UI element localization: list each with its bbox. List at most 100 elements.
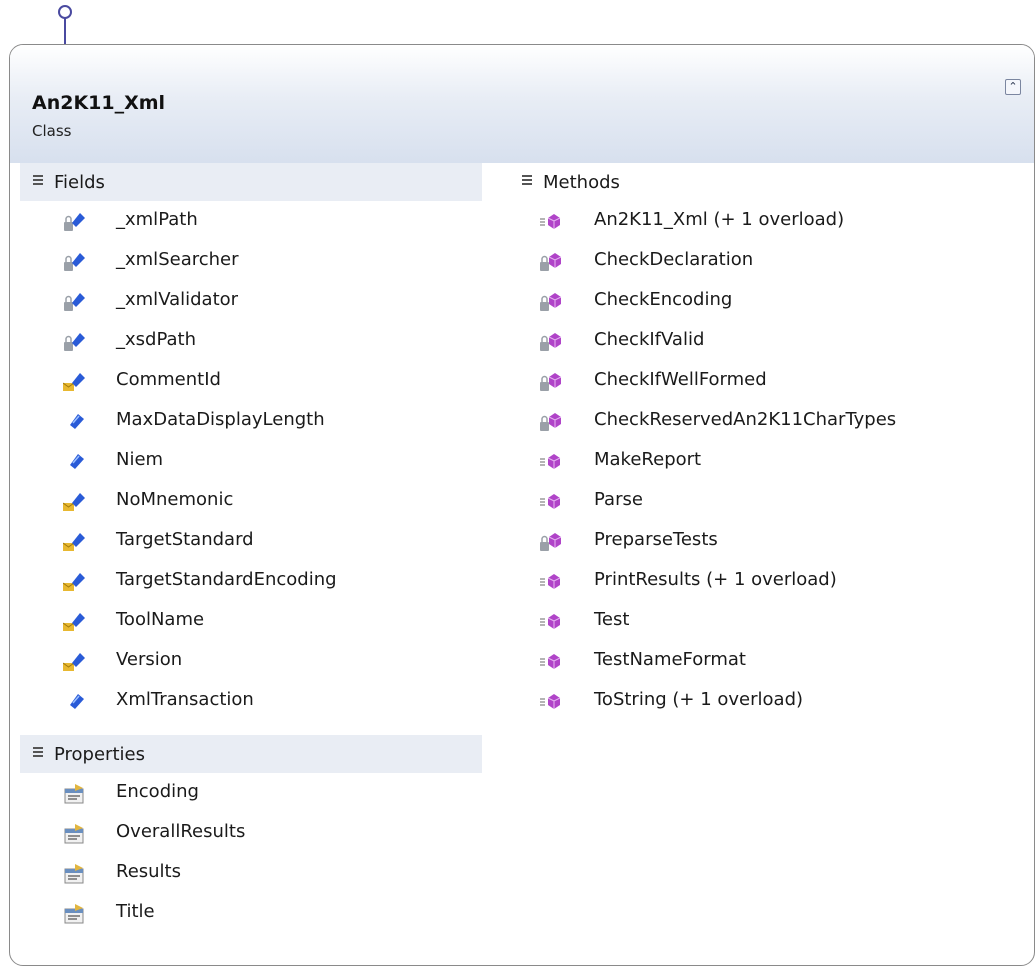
property-icon bbox=[63, 823, 87, 845]
member-label: XmlTransaction bbox=[116, 689, 254, 710]
class-header: An2K11_Xml Class ⌃ bbox=[10, 45, 1034, 163]
internal-field-icon bbox=[62, 491, 87, 513]
public-method-icon bbox=[539, 491, 563, 513]
member-row[interactable]: _xsdPath bbox=[20, 321, 482, 361]
member-row[interactable]: _xmlSearcher bbox=[20, 241, 482, 281]
member-label: ToolName bbox=[116, 609, 205, 630]
member-label: MakeReport bbox=[594, 449, 702, 470]
fields-list: _xmlPath _xmlSearcher _xmlValidator _xsdPat… bbox=[20, 201, 482, 721]
member-label: Test bbox=[594, 609, 630, 630]
member-row[interactable]: XmlTransaction bbox=[20, 681, 482, 721]
member-row[interactable]: ToString (+ 1 overload) bbox=[509, 681, 1034, 721]
public-method-icon bbox=[539, 451, 563, 473]
property-icon bbox=[63, 903, 87, 925]
properties-compartment-title: Properties bbox=[54, 744, 145, 765]
property-icon bbox=[63, 783, 87, 805]
member-label: CheckDeclaration bbox=[594, 249, 754, 270]
private-field-icon bbox=[63, 331, 87, 353]
collapse-chevron-up-icon[interactable]: ⌃ bbox=[1005, 79, 1021, 95]
internal-field-icon bbox=[62, 371, 87, 393]
member-row[interactable]: An2K11_Xml (+ 1 overload) bbox=[509, 201, 1034, 241]
public-field-icon bbox=[63, 451, 87, 473]
member-label: OverallResults bbox=[116, 821, 246, 842]
member-row[interactable]: Niem bbox=[20, 441, 482, 481]
methods-compartment-title: Methods bbox=[543, 172, 620, 193]
fields-compartment-title: Fields bbox=[54, 172, 105, 193]
member-row[interactable]: _xmlPath bbox=[20, 201, 482, 241]
private-method-icon bbox=[539, 371, 563, 393]
private-method-icon bbox=[539, 251, 563, 273]
internal-field-icon bbox=[62, 571, 87, 593]
member-row[interactable]: MaxDataDisplayLength bbox=[20, 401, 482, 441]
private-field-icon bbox=[63, 291, 87, 313]
public-field-icon bbox=[63, 411, 87, 433]
public-method-icon bbox=[539, 571, 563, 593]
methods-list: An2K11_Xml (+ 1 overload) CheckDeclaratio… bbox=[509, 201, 1034, 721]
member-label: CheckIfWellFormed bbox=[594, 369, 767, 390]
member-row[interactable]: CheckDeclaration bbox=[509, 241, 1034, 281]
member-label: Results bbox=[116, 861, 181, 882]
private-method-icon bbox=[539, 531, 563, 553]
member-label: TargetStandard bbox=[116, 529, 254, 550]
collapse-toggle-icon[interactable] bbox=[33, 747, 43, 757]
properties-list: Encoding OverallResults Results Title bbox=[20, 773, 482, 933]
member-row[interactable]: CheckIfValid bbox=[509, 321, 1034, 361]
member-label: Encoding bbox=[116, 781, 199, 802]
class-kind: Class bbox=[32, 122, 72, 140]
member-row[interactable]: CheckEncoding bbox=[509, 281, 1034, 321]
member-label: MaxDataDisplayLength bbox=[116, 409, 325, 430]
member-row[interactable]: CommentId bbox=[20, 361, 482, 401]
member-row[interactable]: Parse bbox=[509, 481, 1034, 521]
member-label: CheckIfValid bbox=[594, 329, 705, 350]
member-row[interactable]: PreparseTests bbox=[509, 521, 1034, 561]
public-method-icon bbox=[539, 651, 563, 673]
properties-compartment: Properties Encoding OverallResults Results… bbox=[20, 735, 482, 933]
public-field-icon bbox=[63, 691, 87, 713]
member-label: CommentId bbox=[116, 369, 221, 390]
member-label: Parse bbox=[594, 489, 643, 510]
class-shape[interactable]: An2K11_Xml Class ⌃ Fields _xmlPath _xmlSe… bbox=[9, 44, 1035, 966]
member-row[interactable]: CheckReservedAn2K11CharTypes bbox=[509, 401, 1034, 441]
internal-field-icon bbox=[62, 651, 87, 673]
member-row[interactable]: _xmlValidator bbox=[20, 281, 482, 321]
member-label: NoMnemonic bbox=[116, 489, 234, 510]
member-label: CheckEncoding bbox=[594, 289, 733, 310]
interface-lollipop-icon bbox=[58, 5, 72, 19]
internal-field-icon bbox=[62, 531, 87, 553]
member-row[interactable]: Test bbox=[509, 601, 1034, 641]
fields-compartment: Fields _xmlPath _xmlSearcher _xmlValidator… bbox=[20, 163, 482, 721]
private-field-icon bbox=[63, 211, 87, 233]
member-row[interactable]: Version bbox=[20, 641, 482, 681]
member-row[interactable]: TargetStandardEncoding bbox=[20, 561, 482, 601]
member-row[interactable]: CheckIfWellFormed bbox=[509, 361, 1034, 401]
private-method-icon bbox=[539, 291, 563, 313]
interface-connector-line bbox=[64, 18, 66, 46]
member-label: Version bbox=[116, 649, 183, 670]
member-row[interactable]: OverallResults bbox=[20, 813, 482, 853]
member-row[interactable]: NoMnemonic bbox=[20, 481, 482, 521]
member-row[interactable]: MakeReport bbox=[509, 441, 1034, 481]
member-row[interactable]: Title bbox=[20, 893, 482, 933]
member-label: TargetStandardEncoding bbox=[116, 569, 337, 590]
member-label: Title bbox=[116, 901, 155, 922]
properties-compartment-header[interactable]: Properties bbox=[20, 735, 482, 773]
member-row[interactable]: TestNameFormat bbox=[509, 641, 1034, 681]
member-row[interactable]: TargetStandard bbox=[20, 521, 482, 561]
methods-compartment-header[interactable]: Methods bbox=[509, 163, 1034, 201]
public-method-icon bbox=[539, 211, 563, 233]
member-label: _xmlSearcher bbox=[116, 249, 239, 270]
collapse-toggle-icon[interactable] bbox=[33, 175, 43, 185]
member-row[interactable]: PrintResults (+ 1 overload) bbox=[509, 561, 1034, 601]
member-label: PreparseTests bbox=[594, 529, 718, 550]
member-row[interactable]: Encoding bbox=[20, 773, 482, 813]
property-icon bbox=[63, 863, 87, 885]
member-row[interactable]: ToolName bbox=[20, 601, 482, 641]
methods-compartment: Methods An2K11_Xml (+ 1 overload) CheckDe… bbox=[509, 163, 1034, 721]
public-method-icon bbox=[539, 691, 563, 713]
fields-compartment-header[interactable]: Fields bbox=[20, 163, 482, 201]
collapse-toggle-icon[interactable] bbox=[522, 175, 532, 185]
member-row[interactable]: Results bbox=[20, 853, 482, 893]
internal-field-icon bbox=[62, 611, 87, 633]
private-method-icon bbox=[539, 411, 563, 433]
private-method-icon bbox=[539, 331, 563, 353]
